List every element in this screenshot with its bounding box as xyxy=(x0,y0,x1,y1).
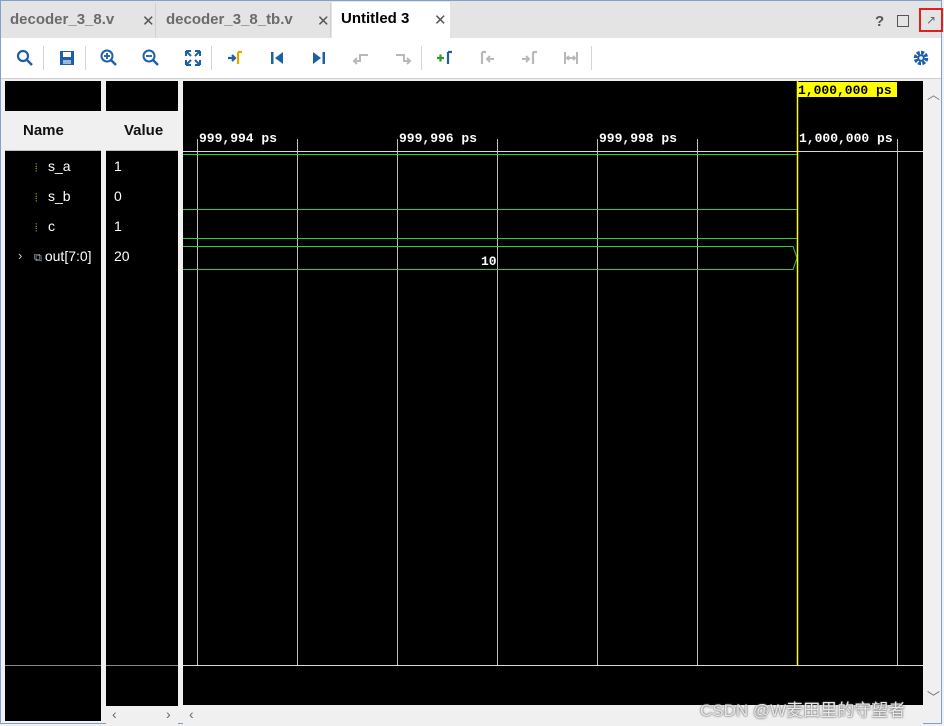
time-tick-label: 999,996 ps xyxy=(399,131,477,146)
signal-value: 0 xyxy=(114,188,122,204)
bus-value-label: 10 xyxy=(481,254,497,269)
next-marker-icon[interactable] xyxy=(517,46,541,70)
add-marker-icon[interactable] xyxy=(433,46,457,70)
toolbar-separator xyxy=(211,46,212,70)
bit-signal-icon: ⦙ xyxy=(35,162,38,174)
name-column-header[interactable]: Name xyxy=(5,111,101,151)
chevron-down-icon[interactable]: ﹀ xyxy=(927,687,940,706)
signal-waves xyxy=(183,154,798,270)
chevron-right-icon[interactable]: › xyxy=(166,706,171,722)
zoom-out-icon[interactable] xyxy=(139,46,163,70)
signal-row-out[interactable]: › ⧉ out[7:0] xyxy=(18,248,92,274)
signal-name: s_a xyxy=(48,158,71,174)
chevron-up-icon[interactable]: ︿ xyxy=(927,84,940,103)
toolbar-separator xyxy=(421,46,422,70)
toolbar-separator xyxy=(43,46,44,70)
tab-label: Untitled 3 xyxy=(341,10,410,27)
help-icon[interactable]: ? xyxy=(875,13,884,30)
signal-value-pane: Value 1 0 1 20 xyxy=(106,81,178,721)
signal-value: 20 xyxy=(114,248,130,264)
bit-signal-icon: ⦙ xyxy=(35,222,38,234)
time-grid xyxy=(183,139,923,666)
signal-row-s-a[interactable]: ⦙ s_a xyxy=(35,158,71,184)
signal-value: 1 xyxy=(114,158,122,174)
save-icon[interactable] xyxy=(55,46,79,70)
signal-name-pane: Name ⦙ s_a ⦙ s_b ⦙ c › ⧉ out[7:0] xyxy=(5,81,101,721)
time-tick-label: 999,994 ps xyxy=(199,131,277,146)
close-icon[interactable]: ✕ xyxy=(434,11,447,29)
goto-start-icon[interactable] xyxy=(265,46,289,70)
bus-signal-icon: ⧉ xyxy=(34,252,42,264)
signal-name: out[7:0] xyxy=(44,248,92,264)
search-icon[interactable] xyxy=(13,46,37,70)
signal-name: c xyxy=(48,218,55,234)
waveform-canvas[interactable]: 999,994 ps 999,996 ps 999,998 ps 1,000,0… xyxy=(183,81,923,705)
prev-marker-icon[interactable] xyxy=(475,46,499,70)
close-icon[interactable]: ✕ xyxy=(317,12,330,30)
pane-divider xyxy=(5,665,101,666)
signal-name: s_b xyxy=(48,188,71,204)
tab-label: decoder_3_8.v xyxy=(10,11,115,28)
goto-end-icon[interactable] xyxy=(307,46,331,70)
tab-label: decoder_3_8_tb.v xyxy=(166,11,293,28)
signal-value: 1 xyxy=(114,218,122,234)
waveform-toolbar xyxy=(1,38,941,79)
value-horizontal-scrollbar[interactable]: ‹ › xyxy=(106,706,178,724)
zoom-fit-icon[interactable] xyxy=(181,46,205,70)
bit-signal-icon: ⦙ xyxy=(35,192,38,204)
time-tick-label: 999,998 ps xyxy=(599,131,677,146)
time-tick-label: 1,000,000 ps xyxy=(799,131,893,146)
chevron-left-icon[interactable]: ‹ xyxy=(189,706,194,722)
next-transition-icon[interactable] xyxy=(391,46,415,70)
watermark-text: CSDN @W麦田里的守望者 xyxy=(700,701,906,720)
chevron-left-icon[interactable]: ‹ xyxy=(112,706,117,722)
tab-untitled-3[interactable]: Untitled 3 ✕ xyxy=(332,2,450,38)
settings-gear-icon[interactable] xyxy=(909,46,933,70)
signal-row-s-b[interactable]: ⦙ s_b xyxy=(35,188,71,214)
float-window-icon[interactable]: ↗ xyxy=(919,8,943,32)
toolbar-separator xyxy=(591,46,592,70)
pane-divider xyxy=(106,665,178,666)
waveform-pane[interactable]: 999,994 ps 999,996 ps 999,998 ps 1,000,0… xyxy=(183,81,923,705)
waveform-vertical-scrollbar[interactable]: ︿ ﹀ xyxy=(924,81,941,705)
zoom-in-icon[interactable] xyxy=(97,46,121,70)
tab-bar: decoder_3_8.v ✕ decoder_3_8_tb.v ✕ Untit… xyxy=(1,1,943,39)
chevron-right-icon[interactable]: › xyxy=(18,248,22,263)
tab-decoder-3-8-tb-v[interactable]: decoder_3_8_tb.v ✕ xyxy=(157,3,331,37)
prev-transition-icon[interactable] xyxy=(349,46,373,70)
restore-icon[interactable] xyxy=(897,15,909,27)
goto-cursor-icon[interactable] xyxy=(223,46,247,70)
tab-decoder-3-8-v[interactable]: decoder_3_8.v ✕ xyxy=(1,3,156,37)
cursor-time-label: 1,000,000 ps xyxy=(798,83,892,98)
close-icon[interactable]: ✕ xyxy=(142,12,155,30)
value-column-header[interactable]: Value xyxy=(106,111,178,151)
swap-cursors-icon[interactable] xyxy=(559,46,583,70)
toolbar-separator xyxy=(85,46,86,70)
signal-row-c[interactable]: ⦙ c xyxy=(35,218,55,244)
